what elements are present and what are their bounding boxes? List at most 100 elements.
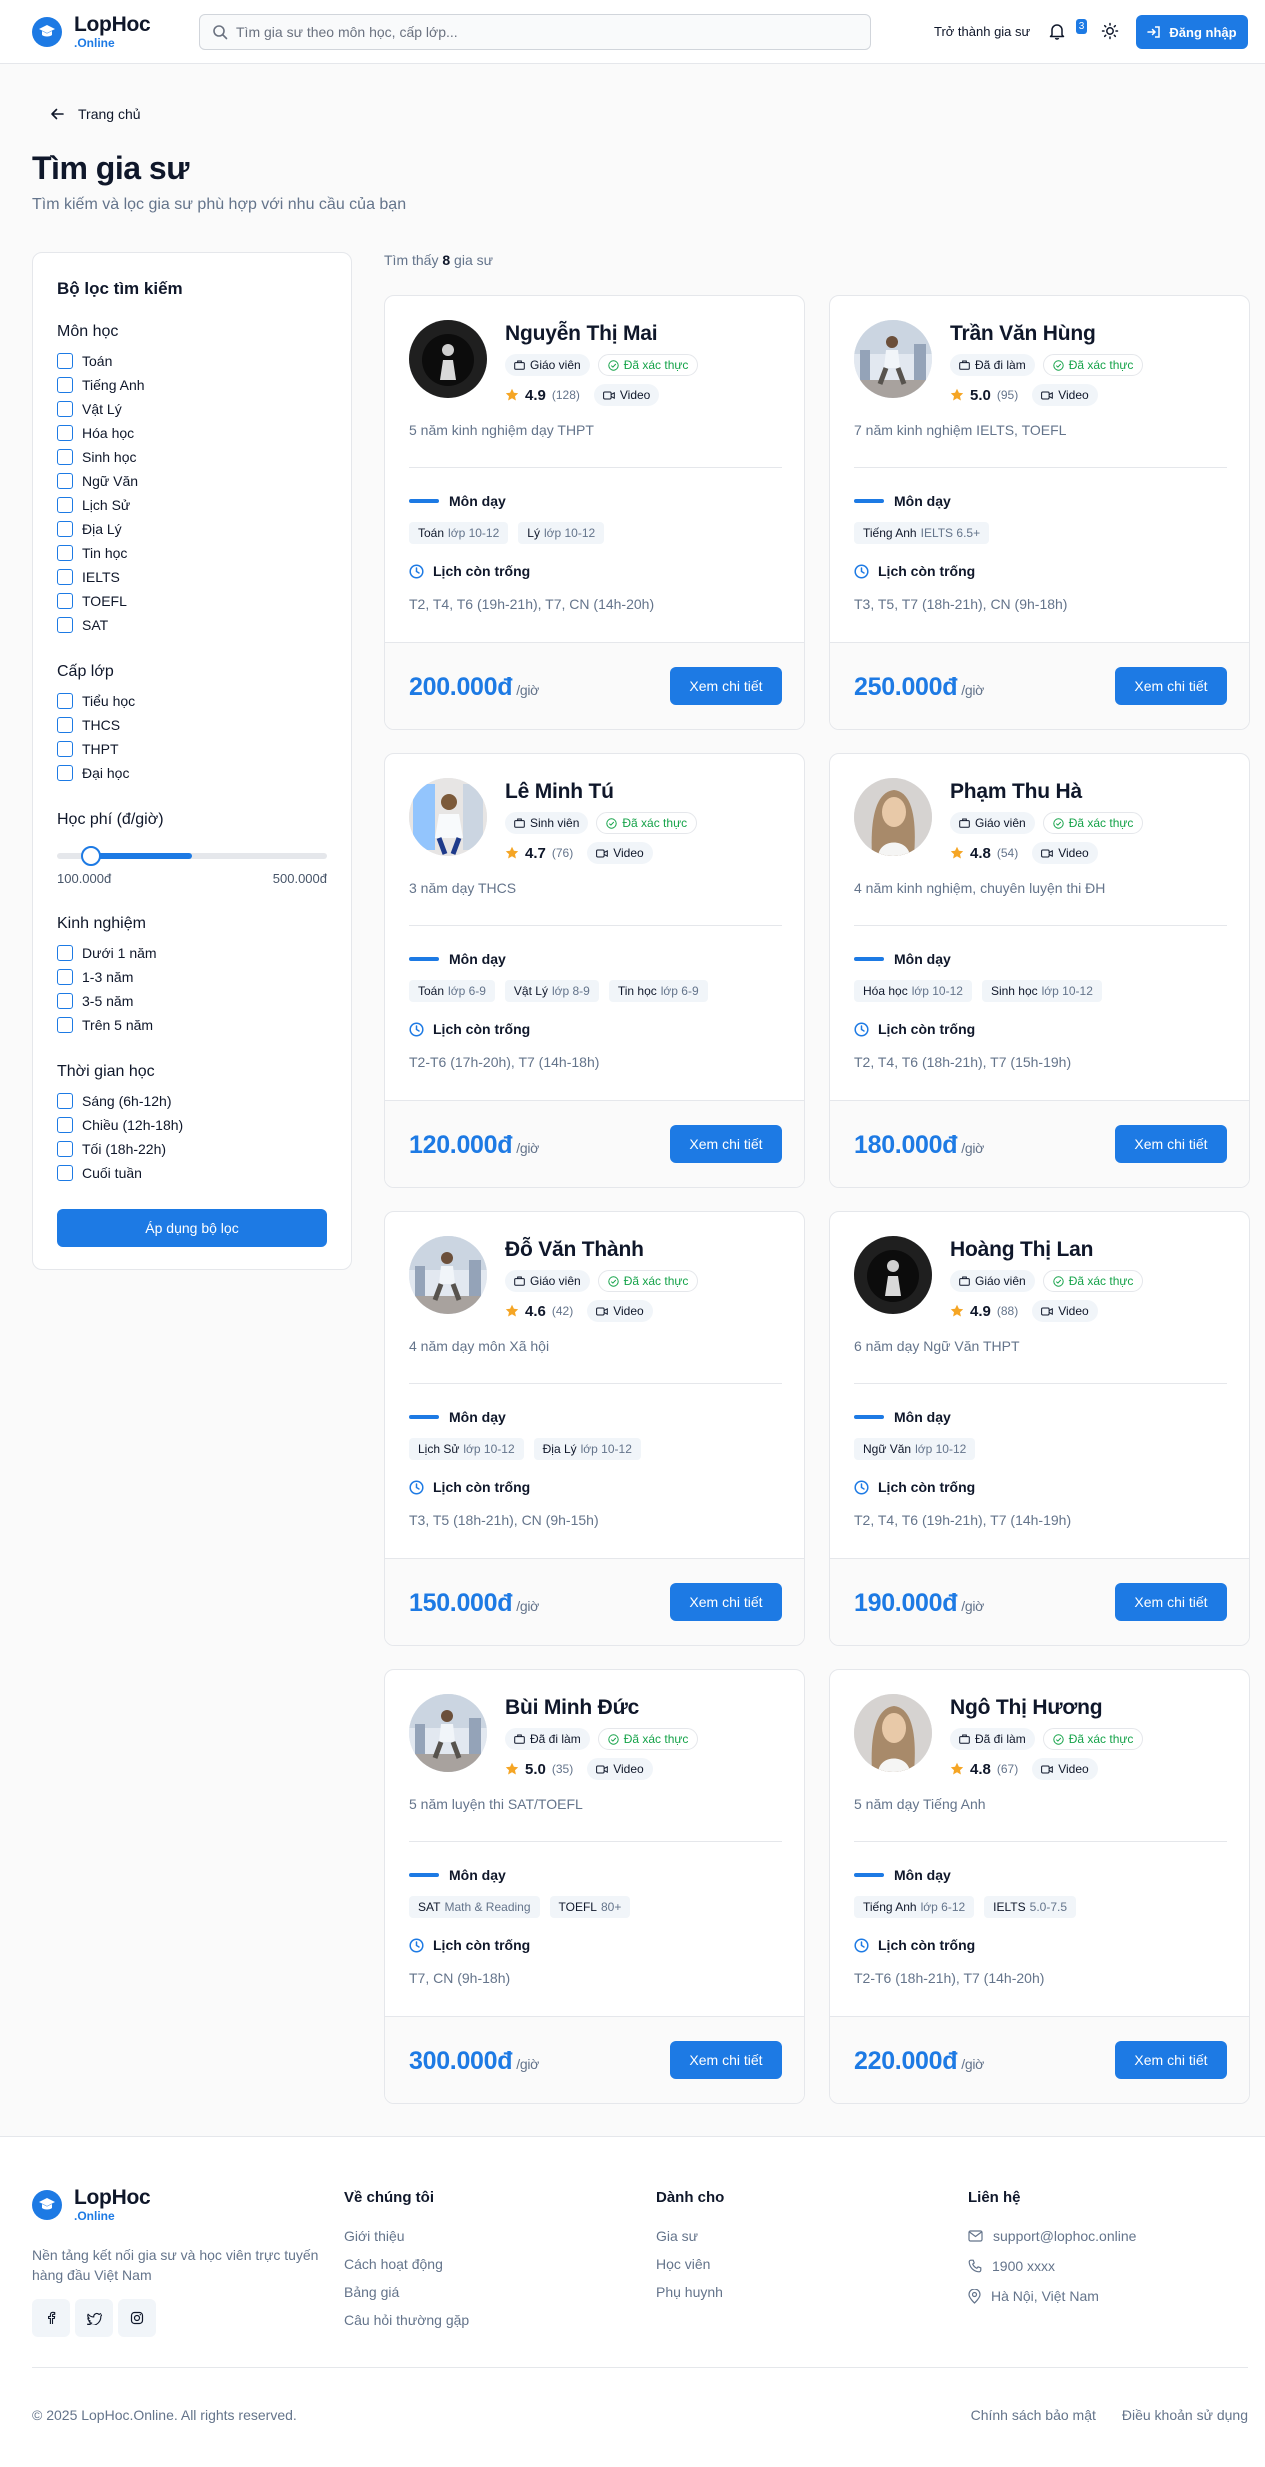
tutor-name[interactable]: Đỗ Văn Thành (505, 1238, 644, 1262)
footer-link[interactable]: Câu hỏi thường gặp (344, 2312, 469, 2328)
checkbox-box[interactable] (57, 693, 73, 709)
checkbox-box[interactable] (57, 569, 73, 585)
tutor-name[interactable]: Bùi Minh Đức (505, 1696, 639, 1720)
checkbox-box[interactable] (57, 765, 73, 781)
subject-checkbox[interactable]: Toán (57, 353, 112, 369)
tutor-name[interactable]: Ngô Thị Hương (950, 1696, 1103, 1720)
view-detail-button[interactable]: Xem chi tiết (1115, 1583, 1227, 1621)
tutor-card: Lê Minh Tú Sinh viên Đã xác thực 4.7 (76) Vid… (384, 753, 805, 1188)
time-checkbox[interactable]: Tối (18h-22h) (57, 1141, 166, 1157)
footer-link[interactable]: Bảng giá (344, 2284, 469, 2300)
level-checkbox[interactable]: Tiểu học (57, 693, 135, 709)
checkbox-box[interactable] (57, 969, 73, 985)
facebook-icon[interactable] (32, 2299, 70, 2337)
tutor-name[interactable]: Lê Minh Tú (505, 780, 614, 804)
footer-brand-logo[interactable]: LopHoc .Online (32, 2187, 151, 2223)
checkbox-box[interactable] (57, 449, 73, 465)
subject-checkbox[interactable]: Lịch Sử (57, 497, 130, 513)
checkbox-box[interactable] (57, 473, 73, 489)
checkbox-box[interactable] (57, 401, 73, 417)
time-checkbox[interactable]: Sáng (6h-12h) (57, 1093, 172, 1109)
bell-icon[interactable] (1049, 22, 1065, 40)
tutor-name[interactable]: Nguyễn Thị Mai (505, 322, 658, 346)
become-tutor-link[interactable]: Trở thành gia sư (934, 24, 1030, 39)
apply-filter-button[interactable]: Áp dụng bộ lọc (57, 1209, 327, 1247)
checkbox-box[interactable] (57, 1165, 73, 1181)
view-detail-button[interactable]: Xem chi tiết (1115, 667, 1227, 705)
view-detail-button[interactable]: Xem chi tiết (670, 1125, 782, 1163)
checkbox-box[interactable] (57, 593, 73, 609)
checkbox-box[interactable] (57, 717, 73, 733)
checkbox-box[interactable] (57, 545, 73, 561)
checkbox-box[interactable] (57, 741, 73, 757)
checkbox-box[interactable] (57, 617, 73, 633)
subject-chip: IELTS 5.0-7.5 (984, 1896, 1076, 1918)
footer-link[interactable]: Gia sư (656, 2228, 724, 2244)
footer-link[interactable]: Học viên (656, 2256, 724, 2272)
experience-checkbox[interactable]: Dưới 1 năm (57, 945, 157, 961)
tutor-name[interactable]: Phạm Thu Hà (950, 780, 1082, 804)
checkbox-box[interactable] (57, 993, 73, 1009)
view-detail-button[interactable]: Xem chi tiết (670, 667, 782, 705)
subject-checkbox[interactable]: Ngữ Văn (57, 473, 138, 489)
video-text: Video (1058, 846, 1089, 860)
tutor-name[interactable]: Trần Văn Hùng (950, 322, 1096, 346)
checkbox-box[interactable] (57, 377, 73, 393)
subject-checkbox[interactable]: IELTS (57, 569, 120, 585)
experience-checkbox[interactable]: 3-5 năm (57, 993, 133, 1009)
login-button[interactable]: Đăng nhập (1136, 15, 1248, 49)
back-link[interactable]: Trang chủ (50, 106, 141, 122)
footer-brand-suffix: .Online (74, 2209, 115, 2223)
subject-checkbox[interactable]: Tin học (57, 545, 127, 561)
tutor-name[interactable]: Hoàng Thị Lan (950, 1238, 1093, 1262)
search-input[interactable] (236, 24, 836, 40)
search-bar[interactable] (199, 14, 871, 50)
tutor-tags: Giáo viên Đã xác thực (950, 812, 1144, 834)
view-detail-button[interactable]: Xem chi tiết (1115, 2041, 1227, 2079)
subject-checkbox[interactable]: Sinh học (57, 449, 136, 465)
view-detail-button[interactable]: Xem chi tiết (1115, 1125, 1227, 1163)
brand-logo[interactable]: LopHoc .Online (32, 14, 151, 50)
terms-link[interactable]: Điều khoản sử dụng (1122, 2407, 1248, 2423)
tutor-avatar (409, 778, 487, 856)
contact-email[interactable]: support@lophoc.online (968, 2228, 1136, 2244)
twitter-icon[interactable] (75, 2299, 113, 2337)
level-checkbox[interactable]: Đại học (57, 765, 129, 781)
view-detail-button[interactable]: Xem chi tiết (670, 1583, 782, 1621)
checkbox-box[interactable] (57, 521, 73, 537)
subject-checkbox[interactable]: Vật Lý (57, 401, 122, 417)
subject-checkbox[interactable]: Hóa học (57, 425, 134, 441)
level-checkbox[interactable]: THPT (57, 741, 119, 757)
theme-toggle-sun-icon[interactable] (1101, 22, 1119, 40)
checkbox-box[interactable] (57, 1093, 73, 1109)
subject-checkbox[interactable]: SAT (57, 617, 108, 633)
privacy-link[interactable]: Chính sách bảo mật (971, 2407, 1096, 2423)
checkbox-box[interactable] (57, 497, 73, 513)
checkbox-box[interactable] (57, 1017, 73, 1033)
checkbox-box[interactable] (57, 1117, 73, 1133)
time-checkbox[interactable]: Cuối tuần (57, 1165, 142, 1181)
subject-checkbox[interactable]: Địa Lý (57, 521, 122, 537)
level-checkbox[interactable]: THCS (57, 717, 120, 733)
fee-range-handle[interactable] (80, 846, 101, 866)
contact-phone[interactable]: 1900 xxxx (968, 2258, 1136, 2274)
subject-checkbox[interactable]: TOEFL (57, 593, 127, 609)
mail-icon (968, 2230, 983, 2242)
experience-checkbox[interactable]: 1-3 năm (57, 969, 133, 985)
footer-link[interactable]: Giới thiệu (344, 2228, 469, 2244)
view-detail-button[interactable]: Xem chi tiết (670, 2041, 782, 2079)
instagram-icon[interactable] (118, 2299, 156, 2337)
fee-range-slider[interactable] (57, 846, 327, 866)
checkbox-box[interactable] (57, 945, 73, 961)
experience-checkbox[interactable]: Trên 5 năm (57, 1017, 153, 1033)
role-text: Giáo viên (530, 358, 581, 372)
checkbox-box[interactable] (57, 1141, 73, 1157)
card-divider (409, 1383, 782, 1384)
footer-link[interactable]: Phụ huynh (656, 2284, 724, 2300)
time-checkbox[interactable]: Chiều (12h-18h) (57, 1117, 183, 1133)
phone-icon (968, 2259, 982, 2273)
checkbox-box[interactable] (57, 353, 73, 369)
subject-checkbox[interactable]: Tiếng Anh (57, 377, 145, 393)
checkbox-box[interactable] (57, 425, 73, 441)
footer-link[interactable]: Cách hoạt động (344, 2256, 469, 2272)
